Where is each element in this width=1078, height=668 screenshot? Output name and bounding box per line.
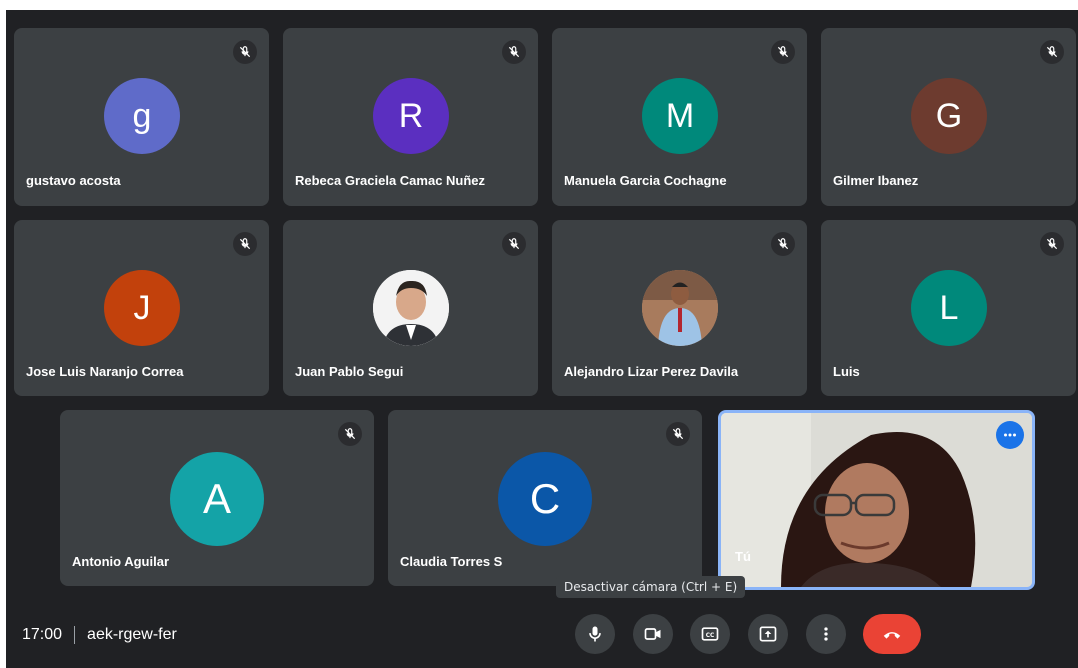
camera-tooltip: Desactivar cámara (Ctrl + E): [556, 576, 746, 598]
participant-photo: [373, 270, 449, 346]
captions-button[interactable]: CC: [690, 614, 730, 654]
participant-name: Rebeca Graciela Camac Nuñez: [295, 173, 486, 188]
avatar: L: [911, 270, 987, 346]
participant-name: Jose Luis Naranjo Correa: [26, 364, 184, 379]
more-vert-icon: [824, 627, 828, 641]
more-options-button[interactable]: [806, 614, 846, 654]
mic-off-icon: [502, 40, 526, 64]
mic-off-icon: [1040, 40, 1064, 64]
participant-tile[interactable]: R Rebeca Graciela Camac Nuñez: [283, 28, 538, 206]
self-video-feed: [721, 413, 1032, 587]
mic-button[interactable]: [575, 614, 615, 654]
mic-off-icon: [233, 232, 257, 256]
camera-button[interactable]: [633, 614, 673, 654]
participant-name: Claudia Torres S: [400, 554, 503, 569]
participant-tile[interactable]: Juan Pablo Segui: [283, 220, 538, 396]
divider: [74, 626, 76, 644]
mic-icon: [589, 626, 601, 642]
self-label: Tú: [735, 549, 751, 564]
hangup-icon: [883, 632, 901, 639]
participant-name: Luis: [833, 364, 860, 379]
participant-tile[interactable]: g gustavo acosta: [14, 28, 269, 206]
participant-name: Gilmer Ibanez: [833, 173, 919, 188]
participant-name: Juan Pablo Segui: [295, 364, 404, 379]
mic-off-icon: [666, 422, 690, 446]
avatar: R: [373, 78, 449, 154]
mic-off-icon: [771, 232, 795, 256]
participant-tile[interactable]: L Luis: [821, 220, 1076, 396]
mic-off-icon: [338, 422, 362, 446]
participant-tile[interactable]: C Claudia Torres S: [388, 410, 702, 586]
avatar: C: [498, 452, 592, 546]
meeting-stage: g gustavo acosta R Rebeca Graciela Camac…: [6, 10, 1078, 668]
participant-tile[interactable]: A Antonio Aguilar: [60, 410, 374, 586]
participant-name: gustavo acosta: [26, 173, 121, 188]
more-horiz-icon[interactable]: [996, 421, 1024, 449]
avatar: g: [104, 78, 180, 154]
avatar: A: [170, 452, 264, 546]
self-video-tile[interactable]: Tú: [718, 410, 1035, 590]
participant-tile[interactable]: G Gilmer Ibanez: [821, 28, 1076, 206]
leave-call-button[interactable]: [863, 614, 921, 654]
participant-name: Manuela Garcia Cochagne: [564, 173, 727, 188]
meeting-code: aek-rgew-fer: [87, 626, 177, 643]
participant-name: Antonio Aguilar: [72, 554, 170, 569]
mic-off-icon: [502, 232, 526, 256]
participant-photo: [642, 270, 718, 346]
meeting-info: 17:00 aek-rgew-fer: [22, 626, 177, 644]
participant-tile[interactable]: Alejandro Lizar Perez Davila: [552, 220, 807, 396]
clock: 17:00: [22, 626, 63, 643]
mic-off-icon: [1040, 232, 1064, 256]
avatar: G: [911, 78, 987, 154]
participant-tile[interactable]: M Manuela Garcia Cochagne: [552, 28, 807, 206]
svg-text:CC: CC: [706, 633, 715, 639]
bottom-bar: 17:00 aek-rgew-fer Desactivar cámara (Ct…: [6, 576, 1078, 668]
participant-name: Alejandro Lizar Perez Davila: [564, 364, 739, 379]
camera-icon: [644, 628, 661, 640]
avatar: J: [104, 270, 180, 346]
present-icon: [759, 626, 777, 642]
captions-icon: CC: [701, 627, 719, 641]
participant-tile[interactable]: J Jose Luis Naranjo Correa: [14, 220, 269, 396]
avatar: M: [642, 78, 718, 154]
present-button[interactable]: [748, 614, 788, 654]
mic-off-icon: [233, 40, 257, 64]
mic-off-icon: [771, 40, 795, 64]
